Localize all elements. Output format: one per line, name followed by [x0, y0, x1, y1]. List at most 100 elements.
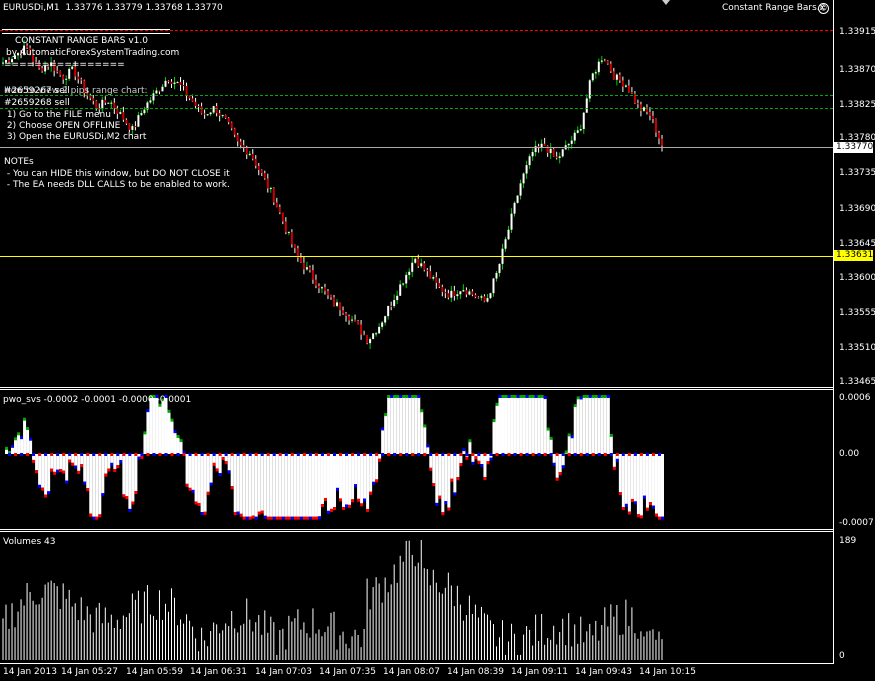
- oscillator-bar: [104, 454, 108, 474]
- candle-body: [495, 272, 498, 279]
- oscillator-cap: [197, 502, 201, 506]
- pane-separator-1[interactable]: [0, 387, 834, 388]
- oscillator-bar: [423, 426, 427, 454]
- oscillator-zero-mark: [417, 453, 421, 456]
- candle-body: [77, 76, 80, 80]
- time-label: 14 Jan 2013: [3, 667, 57, 677]
- oscillator-bar: [326, 454, 330, 511]
- yellow-price-tag: 1.33631: [834, 250, 874, 261]
- oscillator-zero-mark: [471, 453, 475, 456]
- candle-body: [314, 279, 317, 286]
- oscillator-cap: [492, 419, 496, 423]
- oscillator-cap: [200, 511, 204, 515]
- oscillator-cap: [480, 464, 484, 468]
- oscillator-cap: [525, 395, 529, 398]
- candle-body: [326, 291, 329, 296]
- oscillator-bar: [360, 454, 364, 504]
- oscillator-zero-mark: [495, 453, 499, 456]
- oscillator-cap: [68, 459, 72, 463]
- oscillator-zero-mark: [585, 453, 589, 456]
- oscillator-zero-mark: [86, 453, 90, 456]
- oscillator-cap: [305, 516, 309, 520]
- oscillator-bar: [501, 397, 505, 454]
- order-line-green-2[interactable]: [0, 108, 833, 109]
- oscillator-bar: [567, 435, 571, 454]
- candle-body: [351, 319, 354, 321]
- candle-body: [257, 165, 260, 170]
- candle-body: [329, 295, 332, 298]
- oscillator-cap: [528, 395, 532, 398]
- oscillator-bar: [119, 454, 123, 461]
- oscillator-cap: [420, 409, 424, 413]
- candle-body: [525, 165, 528, 174]
- price-label: 1.33645: [839, 239, 875, 249]
- oscillator-zero-mark: [561, 453, 565, 456]
- oscillator-bar: [381, 429, 385, 454]
- oscillator-cap: [618, 492, 622, 496]
- oscillator-cap: [615, 458, 619, 462]
- candle-body: [651, 115, 654, 120]
- oscillator-bar: [188, 454, 192, 488]
- oscillator-cap: [80, 464, 84, 468]
- oscillator-bar: [552, 454, 556, 463]
- oscillator-cap: [654, 513, 658, 517]
- oscillator-bar: [618, 454, 622, 493]
- oscillator-cap: [378, 458, 382, 462]
- oscillator-zero-mark: [357, 453, 361, 456]
- candle-body: [567, 143, 570, 146]
- candle-body: [432, 277, 435, 279]
- oscillator-bar: [209, 454, 213, 483]
- oscillator-bar: [179, 441, 183, 454]
- candle-body: [290, 231, 293, 245]
- oscillator-bar: [308, 454, 312, 517]
- candle-body: [239, 141, 242, 146]
- oscillator-bar: [221, 454, 225, 458]
- oscillator-cap: [86, 488, 90, 492]
- oscillator-bar: [351, 454, 355, 500]
- oscillator-zero-mark: [579, 453, 583, 456]
- oscillator-cap: [281, 516, 285, 520]
- notes-title: NOTEs: [4, 157, 34, 167]
- oscillator-bar: [432, 454, 436, 484]
- oscillator-cap: [498, 395, 502, 398]
- volume-chart[interactable]: [0, 532, 833, 663]
- candle-body: [558, 156, 561, 158]
- candle-body: [465, 290, 468, 295]
- oscillator-cap: [110, 462, 114, 466]
- oscillator-bar: [384, 415, 388, 454]
- oscillator-zero-mark: [423, 453, 427, 456]
- overlay-rule: ================: [4, 60, 125, 70]
- oscillator-bar: [558, 454, 562, 473]
- oscillator-zero-mark: [615, 453, 619, 456]
- oscillator-zero-mark: [411, 453, 415, 456]
- oscillator-bar: [167, 411, 171, 454]
- oscillator-chart[interactable]: [0, 389, 833, 529]
- oscillator-bar: [134, 454, 138, 492]
- price-label: 1.33870: [839, 65, 875, 75]
- oscillator-cap: [573, 404, 577, 408]
- candle-body: [233, 128, 236, 135]
- candle-body: [134, 126, 137, 128]
- oscillator-bar: [531, 397, 535, 454]
- candle-body: [489, 293, 492, 299]
- oscillator-cap: [417, 395, 421, 398]
- oscillator-bar: [372, 454, 376, 482]
- yellow-level-line[interactable]: [0, 256, 833, 257]
- oscillator-cap: [317, 516, 321, 520]
- oscillator-bar: [281, 454, 285, 517]
- oscillator-bar: [83, 454, 87, 482]
- oscillator-zero-mark: [68, 453, 72, 456]
- pane-separator-2[interactable]: [0, 529, 834, 530]
- oscillator-cap: [567, 433, 571, 437]
- candle-body: [570, 140, 573, 144]
- candle-body: [378, 326, 381, 334]
- oscillator-cap: [624, 503, 628, 507]
- oscillator-zero-mark: [375, 453, 379, 456]
- candle-body: [194, 101, 197, 107]
- oscillator-bar: [486, 454, 490, 462]
- time-label: 14 Jan 05:27: [61, 667, 118, 677]
- oscillator-cap: [342, 507, 346, 511]
- candle-body: [582, 112, 585, 130]
- oscillator-bar: [197, 454, 201, 503]
- time-label: 14 Jan 08:07: [383, 667, 440, 677]
